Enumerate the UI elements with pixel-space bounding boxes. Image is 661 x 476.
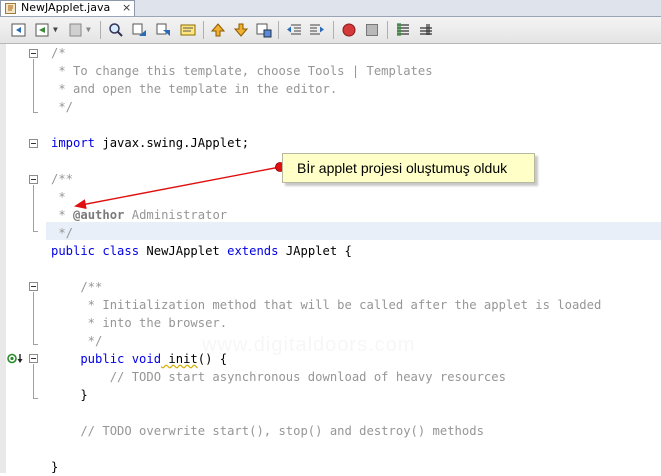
find-icon[interactable] — [108, 22, 124, 38]
next-bookmark-icon[interactable] — [233, 22, 249, 38]
code-editor[interactable]: /* * To change this template, choose Too… — [0, 44, 661, 474]
code-line-14: /** — [51, 280, 103, 294]
shift-right-icon[interactable] — [309, 22, 325, 38]
find-previous-icon[interactable] — [132, 22, 148, 38]
code-text: Administrator — [124, 208, 228, 222]
close-tab-icon[interactable]: × — [122, 1, 131, 15]
fold-guide — [33, 59, 34, 113]
code-line-2: * To change this template, choose Tools … — [51, 64, 433, 78]
file-tab[interactable]: NewJApplet.java × — [0, 0, 135, 16]
code-line-3: * and open the template in the editor. — [51, 82, 338, 96]
comment-icon[interactable] — [395, 22, 411, 38]
override-marker-icon[interactable] — [7, 353, 25, 364]
toolbar-separator — [203, 21, 204, 39]
file-tab-label: NewJApplet.java — [21, 1, 111, 14]
code-line-20: } — [51, 388, 88, 402]
fold-guide — [33, 112, 38, 113]
fold-toggle-icon[interactable] — [29, 139, 38, 148]
code-line-15: * Initialization method that will be cal… — [51, 298, 602, 312]
annotation-callout: Bİr applet projesi oluştumuş olduk — [282, 153, 535, 183]
shift-left-icon[interactable] — [286, 22, 302, 38]
code-line-9: * — [51, 190, 66, 204]
fold-guide — [33, 344, 38, 345]
uncomment-icon[interactable] — [418, 22, 434, 38]
editor-gutter — [0, 44, 6, 473]
fold-toggle-icon[interactable] — [29, 175, 38, 184]
code-line-11: */ — [51, 226, 74, 240]
fold-guide — [33, 231, 38, 232]
toggle-highlight-icon[interactable] — [180, 22, 196, 38]
editor-tab-bar: NewJApplet.java × — [0, 0, 661, 17]
toolbar-separator — [387, 21, 388, 39]
code-line-17: */ — [51, 334, 103, 348]
code-text: * — [51, 208, 74, 222]
history-icon[interactable] — [35, 22, 51, 38]
code-line-10: * @author Administrator — [51, 206, 227, 224]
toggle-bookmark-icon[interactable] — [256, 22, 272, 38]
java-file-icon — [5, 3, 16, 14]
current-line-highlight — [46, 222, 661, 240]
code-line-12: public class NewJApplet extends JApplet … — [51, 242, 352, 260]
fold-guide — [33, 292, 34, 344]
code-line-24: } — [51, 460, 59, 474]
bookmark-icon[interactable] — [68, 22, 84, 38]
previous-bookmark-icon[interactable] — [210, 22, 226, 38]
back-icon[interactable] — [11, 22, 27, 38]
fold-guide — [33, 398, 38, 399]
code-line-22: // TODO overwrite start(), stop() and de… — [51, 424, 484, 438]
code-line-1: /* — [51, 46, 66, 60]
editor-toolbar: ▼ ▼ — [0, 17, 661, 44]
keyword: public void — [51, 352, 162, 366]
code-line-18: public void init() { — [51, 350, 227, 368]
code-line-16: * into the browser. — [51, 316, 228, 330]
fold-guide — [33, 185, 34, 231]
fold-toggle-icon[interactable] — [29, 49, 38, 58]
record-macro-icon[interactable] — [341, 22, 357, 38]
keyword: public class — [51, 244, 140, 258]
code-text: javax.swing.JApplet; — [95, 136, 250, 150]
code-text: JApplet { — [278, 244, 352, 258]
keyword: extends — [227, 244, 279, 258]
stop-macro-icon[interactable] — [364, 22, 380, 38]
fold-toggle-icon[interactable] — [29, 354, 38, 363]
keyword: import — [51, 136, 96, 150]
code-line-19: // TODO start asynchronous download of h… — [51, 370, 506, 384]
method-name: init — [161, 352, 198, 366]
toolbar-separator — [100, 21, 101, 39]
chevron-down-icon[interactable]: ▼ — [53, 25, 58, 34]
toolbar-separator — [333, 21, 334, 39]
find-next-icon[interactable] — [156, 22, 172, 38]
javadoc-tag: @author — [73, 208, 125, 222]
watermark: www.digitaldoors.com — [202, 334, 415, 357]
toolbar-separator — [278, 21, 279, 39]
fold-guide — [33, 364, 34, 398]
code-line-6: import javax.swing.JApplet; — [51, 134, 249, 152]
code-line-4: */ — [51, 100, 74, 114]
code-line-8: /** — [51, 172, 74, 186]
class-name: NewJApplet — [139, 244, 228, 258]
fold-toggle-icon[interactable] — [29, 282, 38, 291]
chevron-down-icon[interactable]: ▼ — [86, 25, 91, 34]
